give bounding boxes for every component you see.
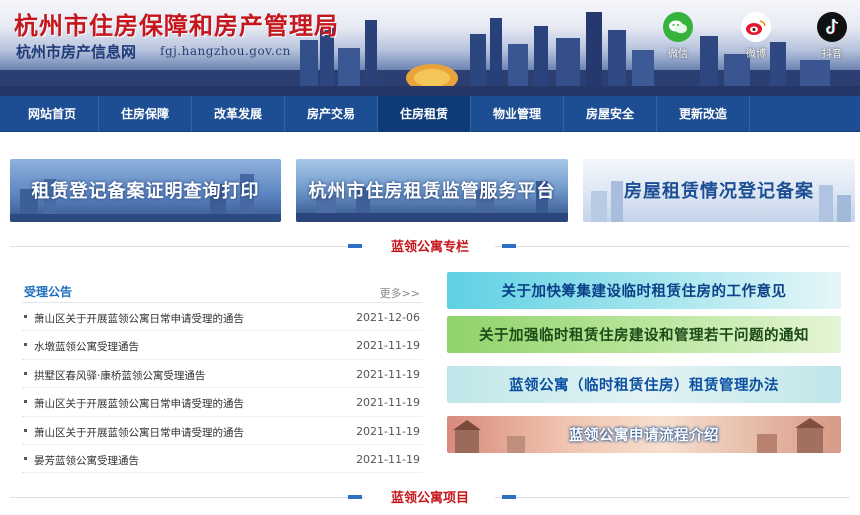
site-url[interactable]: fgj.hangzhou.gov.cn	[160, 44, 291, 58]
policy-banner-temporary-housing-notice[interactable]: 关于加强临时租赁住房建设和管理若干问题的通知	[447, 316, 841, 353]
section-header-blue-collar-projects: 蓝领公寓项目	[10, 487, 850, 507]
wechat-link[interactable]: 微信	[656, 12, 700, 60]
notice-item-date: 2021-11-19	[356, 452, 420, 466]
notice-item[interactable]: 水墩蓝领公寓受理通告 2021-11-19	[22, 331, 422, 360]
policy-banner-temporary-housing-opinion[interactable]: 关于加快筹集建设临时租赁住房的工作意见	[447, 272, 841, 309]
nav-item-renewal[interactable]: 更新改造	[657, 96, 750, 132]
bullet-icon	[24, 343, 27, 347]
notice-item-date: 2021-11-19	[356, 339, 420, 353]
section-header-blue-collar: 蓝领公寓专栏	[10, 236, 850, 256]
bullet-icon	[24, 315, 27, 318]
bullet-icon	[24, 428, 27, 432]
banner-label: 租赁登记备案证明查询打印	[31, 181, 260, 202]
notice-item-date: 2021-12-06	[356, 311, 420, 324]
notice-title: 受理公告	[24, 285, 73, 299]
policy-label: 关于加强临时租赁住房建设和管理若干问题的通知	[479, 328, 809, 344]
douyin-link[interactable]: 抖音	[810, 12, 854, 60]
notice-item[interactable]: 萧山区关于开展蓝领公寓日常申请受理的通告 2021-11-19	[22, 388, 422, 417]
site-title: 杭州市住房保障和房产管理局	[14, 11, 339, 40]
nav-item-reform[interactable]: 改革发展	[192, 96, 285, 132]
site-subtitle: 杭州市房产信息网	[16, 43, 137, 61]
notice-panel: 受理公告 更多>> 萧山区关于开展蓝领公寓日常申请受理的通告 2021-12-06…	[22, 279, 422, 474]
douyin-label: 抖音	[822, 49, 842, 60]
policy-label: 关于加快筹集建设临时租赁住房的工作意见	[501, 284, 787, 300]
nav-item-housing-security[interactable]: 住房保障	[99, 96, 192, 132]
section-title-text: 蓝领公寓专栏	[364, 240, 495, 255]
notice-item-title[interactable]: 萧山区关于开展蓝领公寓日常申请受理的通告	[34, 396, 244, 411]
notice-header: 受理公告 更多>>	[22, 279, 422, 303]
policy-label: 蓝领公寓申请流程介绍	[569, 428, 719, 444]
section-title-text: 蓝领公寓项目	[364, 491, 495, 506]
notice-item-title[interactable]: 拱墅区春风驿·康桥蓝领公寓受理通告	[34, 368, 205, 383]
bullet-icon	[24, 371, 27, 375]
bullet-icon	[24, 400, 27, 404]
notice-item-title[interactable]: 水墩蓝领公寓受理通告	[34, 339, 139, 354]
nav-item-rental[interactable]: 住房租赁	[378, 96, 471, 132]
site-header: 杭州市住房保障和房产管理局 杭州市房产信息网 fgj.hangzhou.gov.…	[0, 0, 860, 96]
notice-item-date: 2021-11-19	[356, 367, 420, 381]
notice-item[interactable]: 萧山区关于开展蓝领公寓日常申请受理的通告 2021-11-19	[22, 417, 422, 445]
nav-item-home[interactable]: 网站首页	[6, 96, 99, 132]
policy-label: 蓝领公寓（临时租赁住房）租赁管理办法	[509, 378, 779, 394]
banner-label: 杭州市住房租赁监管服务平台	[308, 181, 556, 202]
nav-item-trading[interactable]: 房产交易	[285, 96, 378, 132]
banner-rental-platform[interactable]: 杭州市住房租赁监管服务平台	[296, 159, 568, 222]
notice-item-date: 2021-11-19	[356, 424, 420, 438]
bullet-icon	[24, 456, 27, 460]
notice-item-title[interactable]: 晏芳蓝领公寓受理通告	[34, 453, 139, 468]
weibo-label: 微博	[746, 49, 766, 60]
nav-item-property[interactable]: 物业管理	[471, 96, 564, 132]
weibo-link[interactable]: 微博	[734, 12, 778, 60]
wechat-icon	[663, 12, 693, 42]
notice-item[interactable]: 萧山区关于开展蓝领公寓日常申请受理的通告 2021-12-06	[22, 303, 422, 332]
notice-item-title[interactable]: 萧山区关于开展蓝领公寓日常申请受理的通告	[34, 425, 244, 440]
notice-item-date: 2021-11-19	[356, 396, 420, 410]
section-title: 蓝领公寓项目	[10, 487, 850, 506]
weibo-icon	[741, 12, 771, 42]
policy-banner-application-process[interactable]: 蓝领公寓申请流程介绍	[447, 416, 841, 453]
notice-item[interactable]: 拱墅区春风驿·康桥蓝领公寓受理通告 2021-11-19	[22, 360, 422, 389]
notice-item[interactable]: 晏芳蓝领公寓受理通告 2021-11-19	[22, 445, 422, 474]
main-nav: 网站首页 住房保障 改革发展 房产交易 住房租赁 物业管理 房屋安全 更新改造	[0, 96, 860, 132]
notice-item-title[interactable]: 萧山区关于开展蓝领公寓日常申请受理的通告	[34, 311, 244, 326]
nav-item-safety[interactable]: 房屋安全	[564, 96, 657, 132]
banner-label: 房屋租赁情况登记备案	[624, 181, 814, 202]
wechat-label: 微信	[668, 49, 688, 60]
banner-rental-certificate[interactable]: 租赁登记备案证明查询打印	[10, 159, 281, 222]
policy-banner-rental-management-rules[interactable]: 蓝领公寓（临时租赁住房）租赁管理办法	[447, 366, 841, 403]
more-link[interactable]: 更多>>	[380, 285, 420, 301]
douyin-icon	[817, 12, 847, 42]
banner-rental-registration[interactable]: 房屋租赁情况登记备案	[583, 159, 855, 222]
section-title: 蓝领公寓专栏	[10, 236, 850, 255]
